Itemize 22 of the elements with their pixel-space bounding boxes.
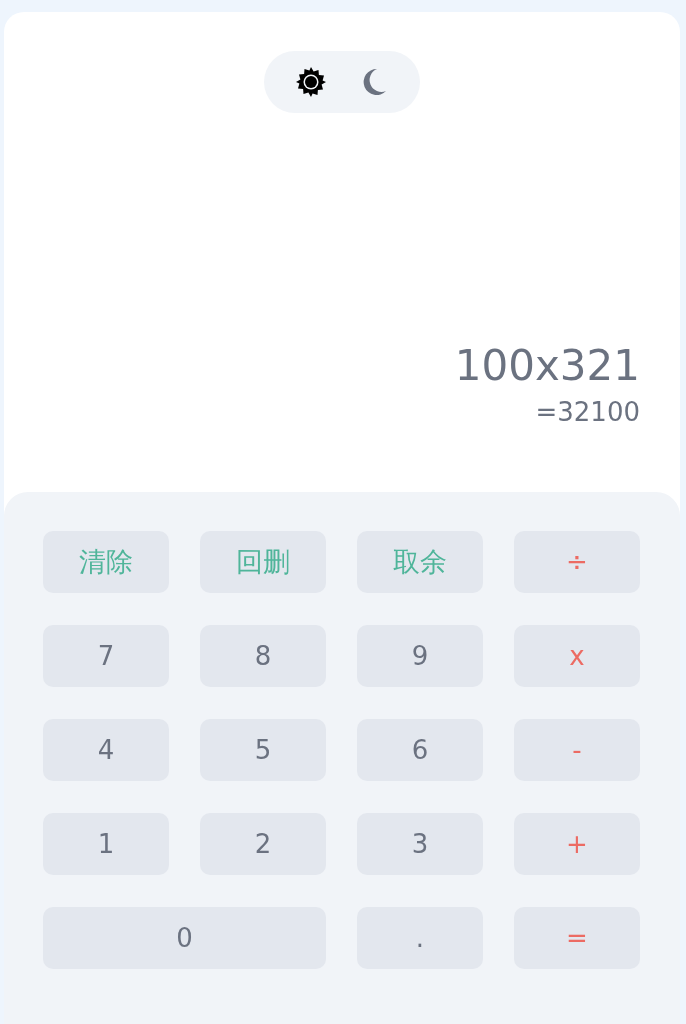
expression-text: 100x321 [454,340,640,392]
digit-key[interactable]: 2 [200,813,326,875]
operator-key[interactable]: = [514,907,640,969]
digit-key[interactable]: 6 [357,719,483,781]
operator-key[interactable]: - [514,719,640,781]
digit-key[interactable]: 0 [43,907,326,969]
digit-key[interactable]: 4 [43,719,169,781]
digit-key[interactable]: 1 [43,813,169,875]
sun-icon[interactable] [295,66,327,98]
operator-key[interactable]: ÷ [514,531,640,593]
operator-key[interactable]: + [514,813,640,875]
result-text: =32100 [535,396,640,429]
operator-key[interactable]: x [514,625,640,687]
function-key[interactable]: 取余 [357,531,483,593]
digit-key[interactable]: 5 [200,719,326,781]
digit-key[interactable]: 8 [200,625,326,687]
digit-key[interactable]: . [357,907,483,969]
function-key[interactable]: 回删 [200,531,326,593]
digit-key[interactable]: 3 [357,813,483,875]
function-key[interactable]: 清除 [43,531,169,593]
digit-key[interactable]: 9 [357,625,483,687]
digit-key[interactable]: 7 [43,625,169,687]
